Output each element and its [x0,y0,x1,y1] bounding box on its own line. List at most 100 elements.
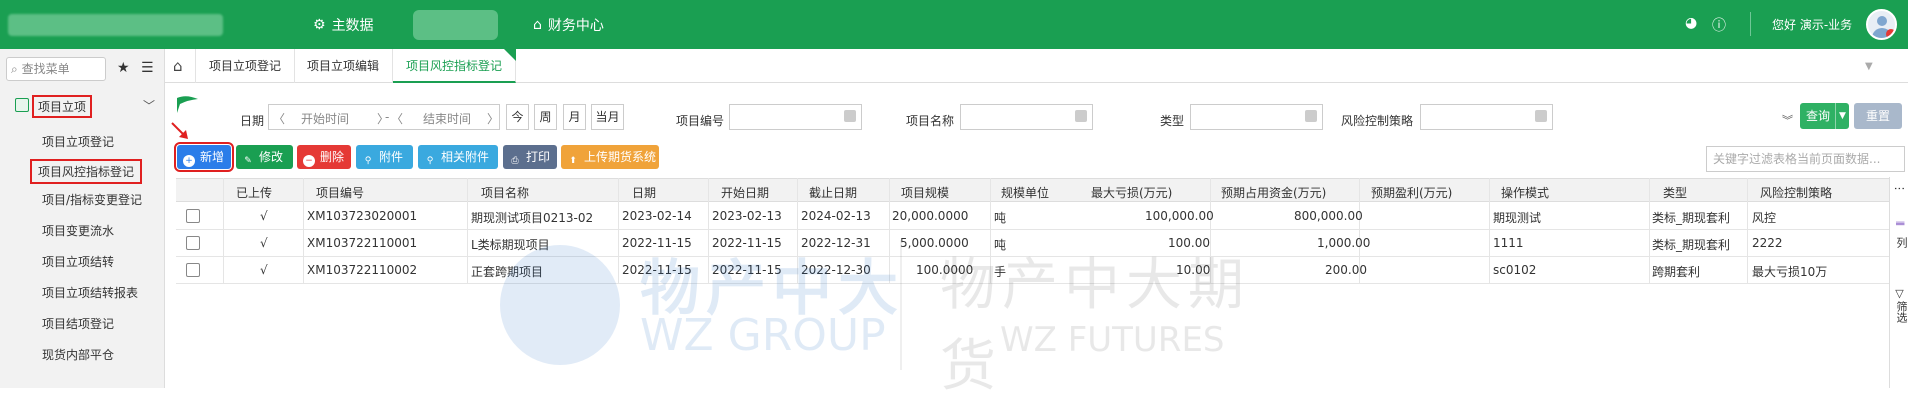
query-button[interactable]: 查询 ▼ [1800,103,1849,129]
cell-expected-capital: 200.00 [1325,263,1367,277]
help-icon[interactable]: ⓘ [1712,15,1726,35]
home-icon[interactable]: ⌂ [173,57,183,75]
tab-risk-indicator-label: 项目风控指标登记 [406,59,503,73]
pencil-icon: ✎ [244,156,252,166]
header-risk-strategy[interactable]: 风险控制策略 [1760,184,1832,201]
star-icon[interactable]: ★ [117,60,130,76]
table-row[interactable]: √ XM103722110001 L类标期现项目 2022-11-15 2022… [176,230,1889,257]
header-project-no[interactable]: 项目编号 [316,184,364,201]
sidebar-item-spot-close[interactable]: 现货内部平仓 [42,346,114,363]
header-end-date[interactable]: 截止日期 [809,184,857,201]
date-separator: - [385,110,390,124]
chevron-down-icon[interactable]: ▼ [1865,61,1873,72]
chevron-right-icon[interactable]: 〉 [487,110,499,127]
cell-operation-mode: 1111 [1493,236,1524,250]
filter-icon[interactable]: ▽ [1893,287,1906,300]
row-checkbox[interactable] [186,209,200,223]
print-button[interactable]: ⎙ 打印 [503,145,557,169]
row-checkbox[interactable] [186,263,200,277]
quick-today-button[interactable]: 今 [506,104,529,130]
sidebar-group-project-setup[interactable]: 项目立项 ﹀ [15,95,165,118]
tab-risk-indicator[interactable]: 项目风控指标登记 [393,49,517,83]
project-no-input[interactable] [729,104,862,130]
cell-start-date: 2022-11-15 [712,263,782,277]
cell-unit: 手 [994,265,1007,279]
user-greeting[interactable]: 您好 演示-业务 [1772,16,1852,33]
cell-uploaded: √ [260,209,268,223]
start-date-placeholder[interactable]: 开始时间 [301,110,349,127]
header-max-loss[interactable]: 最大亏损(万元) [1091,184,1172,201]
arrow-annotation-icon [171,122,188,139]
table-side-tools: ⋮ ⦀ 列 ▽ 筛选 [1889,177,1908,388]
link-icon: ⚲ [426,156,434,166]
sidebar-item-risk-indicator[interactable]: 项目风控指标登记 [30,159,143,184]
project-no-label: 项目编号 [676,114,725,128]
filter-toggle[interactable]: 筛选 [1893,301,1908,323]
nav-finance-center[interactable]: ⌂ 财务中心 [533,0,604,49]
row-checkbox[interactable] [186,236,200,250]
menu-icon[interactable]: ☰ [141,60,154,76]
quick-week-button[interactable]: 周 [534,104,557,130]
related-attachment-button[interactable]: ⚲ 相关附件 [418,145,498,169]
cell-scale: 5,000.0000 [900,236,969,250]
more-icon[interactable]: ⋮ [1893,183,1906,194]
edit-button[interactable]: ✎ 修改 [236,145,293,169]
cell-unit: 吨 [994,238,1007,252]
nav-master-data[interactable]: ⚙ 主数据 [313,0,374,49]
sidebar-item-closing[interactable]: 项目结项登记 [42,315,114,332]
cell-uploaded: √ [260,263,268,277]
caret-down-icon[interactable]: ▼ [1835,103,1849,129]
logo [8,14,223,36]
quick-month-button[interactable]: 月 [563,104,586,130]
divider [1750,12,1751,36]
sidebar-item-project-register[interactable]: 项目立项登记 [42,133,114,150]
upload-futures-button[interactable]: ⬆ 上传期货系统 [561,145,659,169]
sidebar-item-change-register[interactable]: 项目/指标变更登记 [42,191,142,208]
upload-icon: ⬆ [569,156,577,166]
add-button[interactable]: + 新增 [174,142,234,172]
chevron-left-icon[interactable]: 〈 [273,110,285,127]
menu-search-input[interactable]: ⌕ 查找菜单 [6,57,106,81]
header-uploaded[interactable]: 已上传 [236,184,272,201]
header-expected-capital[interactable]: 预期占用资金(万元) [1221,184,1326,201]
header-date[interactable]: 日期 [632,184,656,201]
cell-risk-strategy: 风控 [1752,211,1777,225]
reset-button[interactable]: 重置 [1854,103,1902,129]
columns-icon[interactable]: ⦀ [1893,221,1906,226]
table-row[interactable]: √ XM103722110002 正套跨期项目 2022-11-15 2022-… [176,257,1889,284]
nav-blurred-tab[interactable] [413,10,498,40]
attachment-button[interactable]: ⚲ 附件 [356,145,413,169]
date-label: 日期 [240,114,265,128]
header-scale[interactable]: 项目规模 [901,184,949,201]
avatar[interactable] [1866,9,1897,40]
collapse-icon[interactable]: ︾ [1782,112,1793,128]
palette-icon[interactable]: ◕ [1685,15,1697,31]
chevron-left-icon[interactable]: 〈 [391,110,403,127]
nav-master-data-label: 主数据 [331,17,374,34]
sidebar-item-carryover-report[interactable]: 项目立项结转报表 [42,284,138,301]
cell-expected-capital: 800,000.00 [1294,209,1363,223]
end-date-placeholder[interactable]: 结束时间 [423,110,471,127]
header-type[interactable]: 类型 [1663,184,1687,201]
sidebar-item-carryover[interactable]: 项目立项结转 [42,253,114,270]
sidebar-item-change-flow[interactable]: 项目变更流水 [42,222,114,239]
header-project-name[interactable]: 项目名称 [481,184,529,201]
risk-strategy-input[interactable] [1420,104,1553,130]
delete-button[interactable]: − 删除 [297,145,351,169]
tab-project-edit[interactable]: 项目立项编辑 [294,49,394,83]
type-input[interactable] [1190,104,1323,130]
tab-project-register[interactable]: 项目立项登记 [195,49,296,83]
header-start-date[interactable]: 开始日期 [721,184,769,201]
cell-project-name: 期现测试项目0213-02 [471,211,594,225]
date-range-input[interactable]: 〈 开始时间 〉 - 〈 结束时间 〉 [268,104,500,130]
header-operation-mode[interactable]: 操作模式 [1501,184,1549,201]
header-expected-profit[interactable]: 预期盈利(万元) [1371,184,1452,201]
document-icon [15,98,29,112]
header-unit[interactable]: 规模单位 [1001,184,1049,201]
project-name-input[interactable] [960,104,1093,130]
columns-toggle[interactable]: 列 [1893,237,1908,248]
table-filter-input[interactable]: 关键字过滤表格当前页面数据... [1706,146,1905,172]
table-row[interactable]: √ XM103723020001 期现测试项目0213-02 2023-02-1… [176,203,1889,230]
cell-scale: 100.0000 [916,263,974,277]
quick-this-month-button[interactable]: 当月 [591,104,624,130]
